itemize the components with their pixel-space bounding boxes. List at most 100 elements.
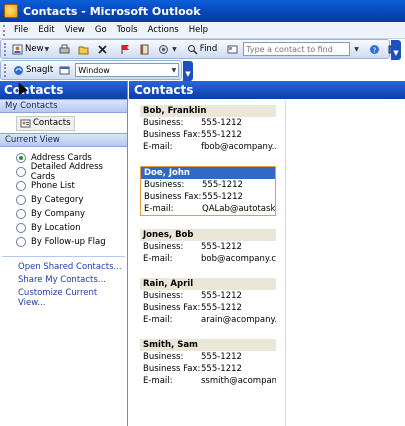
- email-row: E-mail: fbob@acompany....: [140, 141, 276, 153]
- contact-card-selected[interactable]: Doe, John Business: 555-1212 Business Fax…: [140, 166, 276, 216]
- find-contact-input[interactable]: [243, 42, 351, 56]
- view-by-follow-up-flag[interactable]: By Follow-up Flag: [0, 235, 127, 249]
- chevron-down-icon[interactable]: ▼: [354, 46, 359, 53]
- view-by-location[interactable]: By Location: [0, 221, 127, 235]
- field-label: Business Fax:: [143, 130, 201, 140]
- contact-name[interactable]: Bob, Franklin: [140, 105, 276, 117]
- help-button[interactable]: ?: [366, 41, 385, 57]
- chevron-down-icon[interactable]: ▼: [172, 46, 177, 53]
- view-label: Detailed Address Cards: [30, 162, 103, 182]
- snagit-icon: [14, 65, 23, 75]
- chevron-down-icon[interactable]: ▼: [45, 46, 50, 53]
- business-phone-row: Business: 555-1212: [140, 241, 276, 253]
- window-title: Contacts - Microsoft Outlook: [23, 4, 201, 18]
- menu-file[interactable]: File: [10, 25, 34, 35]
- print-icon: [59, 44, 70, 53]
- field-value: fbob@acompany....: [201, 142, 276, 152]
- contact-name[interactable]: Jones, Bob: [140, 229, 276, 241]
- standard-toolbar: New ▼ ▼ Find ▼ ? ▼: [0, 39, 401, 60]
- address-card-column: Bob, Franklin Business: 555-1212 Business…: [140, 105, 276, 400]
- new-button[interactable]: New ▼: [9, 41, 52, 57]
- find-button[interactable]: Find: [184, 41, 220, 57]
- contact-name[interactable]: Smith, Sam: [140, 339, 276, 351]
- field-value: 555-1212: [201, 364, 242, 374]
- address-book-lookup-button[interactable]: [224, 41, 243, 57]
- contact-card[interactable]: Jones, Bob Business: 555-1212 E-mail: bob@…: [140, 229, 276, 265]
- field-label: E-mail:: [143, 376, 173, 386]
- toolbar-grip[interactable]: [4, 63, 7, 77]
- radio-button[interactable]: [16, 223, 26, 233]
- customize-current-view-link[interactable]: Customize Current View...: [0, 288, 127, 308]
- field-label: E-mail:: [144, 204, 174, 214]
- my-contacts-list: Contacts: [0, 113, 127, 133]
- print-button[interactable]: [56, 41, 75, 57]
- view-detailed-address-cards[interactable]: Detailed Address Cards: [0, 162, 127, 182]
- share-my-contacts-link[interactable]: Share My Contacts...: [0, 275, 127, 288]
- contact-card[interactable]: Rain, April Business: 555-1212 Business F…: [140, 278, 276, 326]
- field-label: Business:: [144, 180, 185, 190]
- contact-card[interactable]: Bob, Franklin Business: 555-1212 Business…: [140, 105, 276, 153]
- menu-bar: File Edit View Go Tools Actions Help: [0, 22, 405, 39]
- field-value: 555-1212: [201, 118, 242, 128]
- outlook-app-icon[interactable]: [4, 4, 18, 18]
- toolbar-overflow-button[interactable]: ▼: [391, 40, 401, 60]
- email-row: E-mail: ssmith@acompan...: [140, 375, 276, 387]
- move-to-folder-button[interactable]: [75, 41, 94, 57]
- field-label: Business:: [143, 352, 184, 362]
- contact-card[interactable]: Smith, Sam Business: 555-1212 Business Fa…: [140, 339, 276, 387]
- view-label: By Follow-up Flag: [31, 237, 106, 247]
- menu-view[interactable]: View: [61, 25, 91, 35]
- menu-help[interactable]: Help: [185, 25, 214, 35]
- business-fax-row: Business Fax: 555-1212: [140, 129, 276, 141]
- find-button-label: Find: [199, 44, 218, 54]
- contact-name[interactable]: Rain, April: [140, 278, 276, 290]
- radio-button[interactable]: [16, 237, 26, 247]
- find-icon: [187, 44, 198, 55]
- delete-button[interactable]: [94, 41, 113, 57]
- view-label: By Location: [31, 223, 81, 233]
- contacts-folder-item[interactable]: Contacts: [16, 115, 75, 131]
- view-by-company[interactable]: By Company: [0, 207, 127, 221]
- svg-text:?: ?: [372, 46, 376, 54]
- my-contacts-header[interactable]: My Contacts: [0, 99, 127, 113]
- field-label: Business Fax:: [143, 364, 201, 374]
- contacts-folder-label: Contacts: [33, 118, 71, 128]
- capture-mode-value: Window: [78, 65, 110, 75]
- radio-button[interactable]: [16, 167, 26, 177]
- capture-mode-select[interactable]: Window ▼: [75, 63, 180, 77]
- new-button-label: New: [25, 44, 44, 54]
- snagit-settings-button[interactable]: [56, 62, 75, 78]
- radio-button[interactable]: [16, 195, 26, 205]
- radio-button[interactable]: [16, 153, 26, 163]
- toolbar-grip[interactable]: [4, 42, 6, 56]
- address-book-button[interactable]: [136, 41, 155, 57]
- menu-actions[interactable]: Actions: [144, 25, 185, 35]
- menu-edit[interactable]: Edit: [34, 25, 60, 35]
- radio-button[interactable]: [16, 181, 26, 191]
- field-value: 555-1212: [201, 242, 242, 252]
- field-label: Business:: [143, 242, 184, 252]
- follow-up-flag-button[interactable]: [117, 41, 136, 57]
- menu-tools[interactable]: Tools: [113, 25, 144, 35]
- business-phone-row: Business: 555-1212: [141, 179, 275, 191]
- radio-button[interactable]: [16, 209, 26, 219]
- view-label: Phone List: [31, 181, 75, 191]
- field-label: Business:: [143, 118, 184, 128]
- chevron-down-icon[interactable]: ▼: [172, 67, 177, 74]
- field-value: 555-1212: [201, 352, 242, 362]
- current-view-header: Current View: [0, 133, 127, 147]
- open-shared-contacts-link[interactable]: Open Shared Contacts...: [0, 262, 127, 275]
- email-row: E-mail: arain@acompany....: [140, 314, 276, 326]
- menu-grip[interactable]: [3, 24, 6, 36]
- view-by-category[interactable]: By Category: [0, 193, 127, 207]
- menu-go[interactable]: Go: [91, 25, 113, 35]
- contact-name[interactable]: Doe, John: [141, 167, 275, 179]
- snagit-button[interactable]: SnagIt: [10, 62, 56, 78]
- toolbar-overflow-button[interactable]: ▼: [183, 61, 193, 81]
- navigation-pane: Contacts My Contacts Contacts Current Vi…: [0, 81, 128, 426]
- card-column-divider[interactable]: [285, 101, 286, 426]
- find-dropdown[interactable]: ▼: [350, 41, 362, 57]
- options-icon: [159, 44, 169, 54]
- options-button[interactable]: ▼: [155, 41, 180, 57]
- help-icon: ?: [369, 44, 379, 54]
